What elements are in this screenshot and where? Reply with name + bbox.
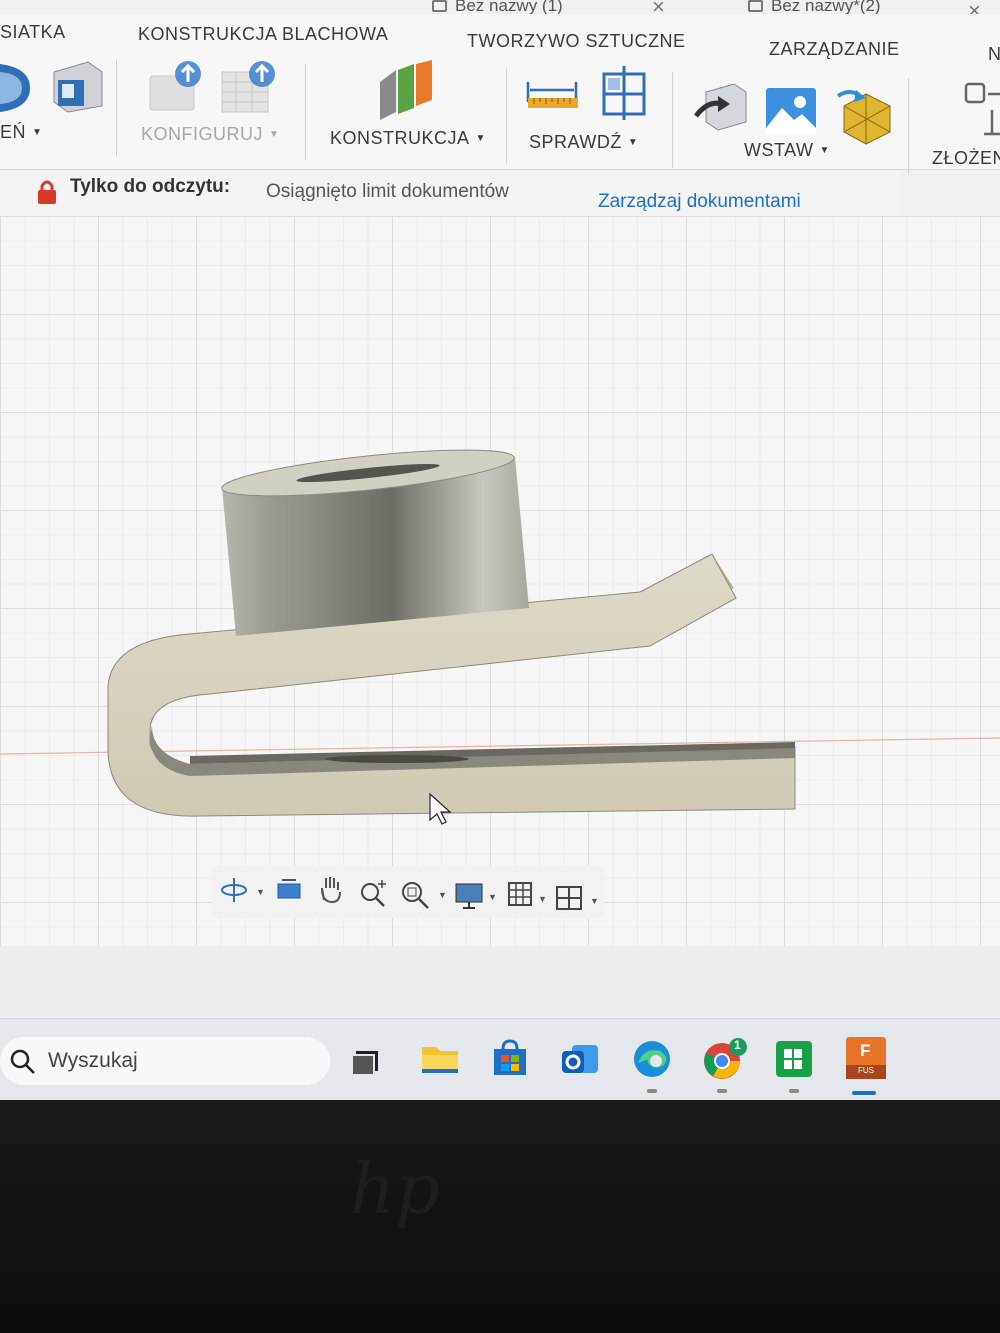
viewports-icon[interactable] <box>554 884 584 912</box>
running-indicator <box>717 1089 727 1093</box>
tab-siatka[interactable]: SIATKA <box>0 22 66 43</box>
folder-icon <box>422 1047 458 1073</box>
chevron-down-icon: ▼ <box>819 145 830 156</box>
chevron-down-icon[interactable]: ▼ <box>438 890 447 900</box>
spreadsheet-app-icon <box>776 1041 812 1077</box>
fit-window-icon[interactable] <box>400 878 432 910</box>
outlook-button[interactable] <box>558 1037 602 1081</box>
chevron-down-icon: ▼ <box>627 137 639 148</box>
taskbar-search[interactable]: Wyszukaj <box>0 1037 330 1085</box>
task-view-icon <box>351 1051 378 1076</box>
tab-konstrukcja-blachowa[interactable]: KONSTRUKCJA BLACHOWA <box>138 24 388 45</box>
zoom-icon[interactable] <box>358 876 390 908</box>
menu-konfiguruj[interactable]: KONFIGURUJ ▼ <box>141 124 279 145</box>
menu-zlozenie[interactable]: ZŁOŻEN <box>932 148 1000 169</box>
divider <box>908 78 909 174</box>
document-limit-message: Osiągnięto limit dokumentów <box>266 181 509 202</box>
divider <box>116 60 117 156</box>
task-view-button[interactable] <box>346 1037 390 1081</box>
insert-image-icon[interactable] <box>764 86 820 138</box>
measure-icon[interactable] <box>526 76 580 112</box>
ribbon-toolbar: SIATKA KONSTRUKCJA BLACHOWA TWORZYWO SZT… <box>0 14 1000 174</box>
read-only-label: Tylko do odczytu: <box>70 176 231 197</box>
construct-plane-icon[interactable] <box>374 60 438 124</box>
chevron-down-icon: ▼ <box>32 127 43 138</box>
surface-icon[interactable] <box>0 58 34 114</box>
menu-sprawdz-label: SPRAWDŹ <box>529 132 622 152</box>
display-settings-icon[interactable] <box>454 880 486 910</box>
active-indicator <box>852 1091 876 1095</box>
excel-like-app-button[interactable] <box>772 1037 816 1081</box>
search-placeholder: Wyszukaj <box>48 1049 138 1072</box>
divider <box>506 68 507 164</box>
edge-button[interactable] <box>630 1037 674 1081</box>
configure-table-icon[interactable] <box>220 58 280 118</box>
fusion-letter: F <box>860 1041 871 1060</box>
brand-logo: hp <box>350 1148 440 1230</box>
menu-konstrukcja[interactable]: KONSTRUKCJA ▼ <box>330 128 486 149</box>
screen: Bez nazwy (1) × Bez nazwy*(2) × SIATKA K… <box>0 0 1000 1100</box>
menu-konfiguruj-label: KONFIGURUJ <box>141 124 263 144</box>
insert-mesh-icon[interactable] <box>836 88 896 148</box>
grid-settings-icon[interactable] <box>506 880 534 908</box>
menu-wstaw[interactable]: WSTAW ▼ <box>744 140 830 161</box>
lower-leg-hole <box>325 755 469 763</box>
chevron-down-icon[interactable]: ▼ <box>590 896 599 906</box>
document-icon <box>748 0 763 12</box>
chevron-down-icon: ▼ <box>475 133 486 144</box>
store-icon <box>494 1039 526 1075</box>
orbit-icon[interactable] <box>220 874 250 904</box>
read-only-banner: Tylko do odczytu: Osiągnięto limit dokum… <box>0 170 900 216</box>
divider <box>672 72 673 168</box>
windows-taskbar: Wyszukaj 1 F FUS <box>0 1018 1000 1100</box>
chevron-down-icon: ▼ <box>269 129 280 140</box>
menu-sprawdz[interactable]: SPRAWDŹ ▼ <box>529 132 638 153</box>
running-indicator <box>789 1089 799 1093</box>
microsoft-store-button[interactable] <box>488 1037 532 1081</box>
tab-tworzywo-sztuczne[interactable]: TWORZYWO SZTUCZNE <box>467 31 685 52</box>
menu-create-cut[interactable]: EŃ ▼ <box>0 122 42 143</box>
menu-konstrukcja-label: KONSTRUKCJA <box>330 128 470 148</box>
chevron-down-icon[interactable]: ▼ <box>538 894 547 904</box>
search-icon <box>10 1049 35 1074</box>
fusion-sublabel: FUS <box>858 1066 874 1075</box>
tab-cut-off[interactable]: N <box>988 44 1000 65</box>
manage-documents-link[interactable]: Zarządzaj dokumentami <box>598 191 801 213</box>
fusion-360-button[interactable]: F FUS <box>842 1035 890 1083</box>
file-explorer-button[interactable] <box>418 1037 462 1081</box>
insert-derive-icon[interactable] <box>694 78 750 134</box>
tab-zarzadzanie[interactable]: ZARZĄDZANIE <box>769 39 900 60</box>
menu-wstaw-label: WSTAW <box>744 140 814 160</box>
pan-hand-icon[interactable] <box>316 874 346 904</box>
configure-part-icon[interactable] <box>148 58 208 118</box>
menu-create-cut-label: EŃ <box>0 122 27 142</box>
navigation-toolbar: ▼ ▼ ▼ ▼ ▼ <box>212 866 604 918</box>
sheet-metal-clip-model[interactable] <box>0 216 1000 946</box>
assemble-joint-icon[interactable] <box>962 80 1000 140</box>
document-icon <box>432 0 447 12</box>
section-analysis-icon[interactable] <box>598 66 652 120</box>
outlook-icon <box>562 1045 598 1073</box>
chevron-down-icon[interactable]: ▼ <box>488 892 497 902</box>
notification-badge: 1 <box>734 1038 741 1052</box>
divider <box>305 64 306 160</box>
chrome-button[interactable]: 1 <box>700 1037 747 1081</box>
lock-icon <box>38 180 56 204</box>
browser-area <box>0 946 1000 1026</box>
chevron-down-icon[interactable]: ▼ <box>256 887 265 897</box>
3d-viewport[interactable] <box>0 216 1000 946</box>
laptop-bezel: hp <box>0 1100 1000 1333</box>
edge-icon <box>634 1041 670 1077</box>
box-icon[interactable] <box>48 58 104 114</box>
look-at-icon[interactable] <box>274 874 304 904</box>
running-indicator <box>647 1089 657 1093</box>
